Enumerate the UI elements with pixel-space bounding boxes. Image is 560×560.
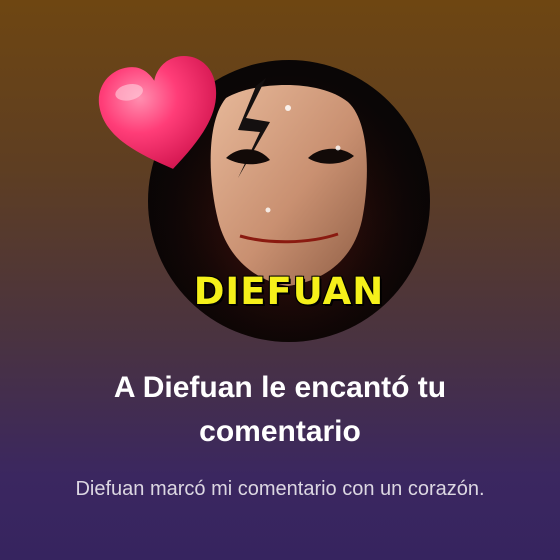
avatar-label: DIEFUAN — [193, 270, 385, 313]
notification-subtitle: Diefuan marcó mi comentario con un coraz… — [75, 478, 485, 500]
notification-title: A Diefuan le encantó tu comentario — [113, 371, 447, 448]
reaction-notification-card: DIEFUAN A Diefuan le encantó tu comentar… — [0, 0, 560, 560]
heart-icon — [95, 52, 229, 182]
